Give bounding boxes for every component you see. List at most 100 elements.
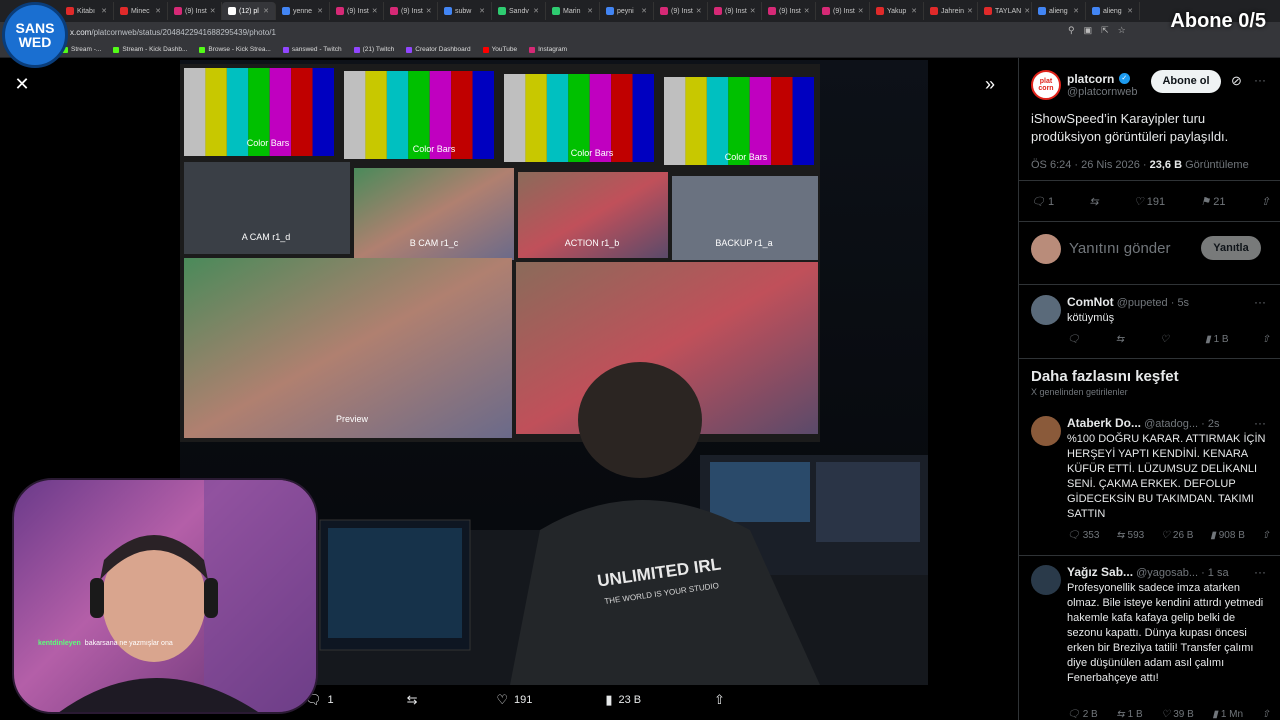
share-button[interactable]: ⇧ [1262, 334, 1270, 345]
browser-tab[interactable]: (9) Inst ✕ [330, 2, 384, 20]
browser-tab[interactable]: peyni ✕ [600, 2, 654, 20]
repost-button[interactable]: ⇆ [1089, 195, 1098, 208]
post-timestamp[interactable]: ÖS 6:24 · 26 Nis 2026 · [1031, 159, 1150, 171]
close-tab-icon[interactable]: ✕ [1024, 7, 1030, 15]
bookmark-item[interactable]: sanswed - Twitch [282, 46, 342, 53]
close-tab-icon[interactable]: ✕ [479, 7, 485, 15]
reply-author-handle[interactable]: @yagosab... · 1 sa [1136, 567, 1229, 579]
reply-button[interactable]: 🗨 353 [1067, 530, 1099, 541]
search-icon[interactable]: ⚲ [1068, 25, 1075, 36]
reply-button[interactable]: 🗨 1 [1031, 195, 1054, 209]
browser-tab[interactable]: (9) Inst ✕ [384, 2, 438, 20]
follow-button[interactable]: Abone ol [1151, 70, 1221, 93]
close-tab-icon[interactable]: ✕ [911, 7, 917, 15]
bookmark-item[interactable]: Stream - Kick Dashb... [113, 46, 187, 53]
share-button[interactable]: ⇧ [1261, 195, 1270, 208]
browser-tab[interactable]: (9) Inst ✕ [816, 2, 870, 20]
reply-button[interactable]: 🗨 [1067, 334, 1083, 345]
reply-author-name[interactable]: Yağız Sab... [1067, 565, 1133, 579]
expand-sidebar-icon[interactable]: » [985, 74, 995, 95]
close-tab-icon[interactable]: ✕ [587, 7, 593, 15]
more-icon[interactable]: ··· [1254, 73, 1266, 87]
close-tab-icon[interactable]: ✕ [696, 7, 702, 15]
cast-icon[interactable]: ▣ [1084, 25, 1093, 36]
share-button[interactable]: ⇧ [1262, 530, 1270, 541]
like-button[interactable]: ♡ 26 B [1161, 530, 1194, 541]
reply-input[interactable]: Yanıtını gönder [1069, 240, 1170, 257]
bookmark-item[interactable]: Browse - Kick Strea... [199, 46, 271, 53]
close-tab-icon[interactable]: ✕ [967, 7, 973, 15]
reply-author-handle[interactable]: @pupeted · 5s [1117, 297, 1189, 309]
author-name[interactable]: platcorn [1067, 72, 1114, 86]
close-tab-icon[interactable]: ✕ [426, 7, 432, 15]
browser-tab[interactable]: Kitabı ✕ [60, 2, 114, 20]
share-button[interactable]: ⇧ [1262, 709, 1270, 720]
close-tab-icon[interactable]: ✕ [263, 7, 269, 15]
bookmark-item[interactable]: Stream -... [62, 46, 101, 53]
browser-tab[interactable]: subw ✕ [438, 2, 492, 20]
share-icon[interactable]: ⇱ [1101, 25, 1109, 36]
like-button[interactable]: ♡ 191 [1134, 195, 1165, 209]
like-button[interactable]: ♡ [1160, 334, 1172, 345]
repost-button[interactable]: ⇆ [407, 692, 424, 708]
reply-icon: 🗨 [1067, 709, 1080, 720]
bookmark-item[interactable]: Creator Dashboard [406, 46, 471, 53]
browser-tab[interactable]: alieng ✕ [1086, 2, 1140, 20]
close-tab-icon[interactable]: ✕ [317, 7, 323, 15]
repost-button[interactable]: ⇆ 1 B [1116, 709, 1142, 720]
browser-tab[interactable]: Sandv ✕ [492, 2, 546, 20]
views-button[interactable]: ▮ 908 B [1210, 530, 1245, 541]
browser-tab[interactable]: Minec ✕ [114, 2, 168, 20]
browser-tab[interactable]: (9) Inst ✕ [654, 2, 708, 20]
reply-avatar[interactable] [1031, 565, 1061, 595]
like-button[interactable]: ♡ 191 [496, 692, 532, 708]
browser-tab[interactable]: yenne ✕ [276, 2, 330, 20]
views-button[interactable]: ▮ 1 Mn [1212, 709, 1243, 720]
close-tab-icon[interactable]: ✕ [533, 7, 539, 15]
grok-icon[interactable]: ⊘ [1231, 73, 1242, 89]
more-icon[interactable]: ··· [1254, 565, 1266, 579]
reply-avatar[interactable] [1031, 295, 1061, 325]
browser-tab[interactable]: Yakup ✕ [870, 2, 924, 20]
browser-tab[interactable]: (9) Inst ✕ [708, 2, 762, 20]
author-avatar[interactable]: plat corn [1031, 70, 1061, 100]
bookmark-item[interactable]: YouTube [482, 46, 517, 53]
views-button[interactable]: ▮ 1 B [1205, 334, 1229, 345]
browser-tab[interactable]: alieng ✕ [1032, 2, 1086, 20]
bookmark-button[interactable]: ⚑ 21 [1200, 195, 1225, 209]
reply-submit-button[interactable]: Yanıtla [1201, 236, 1261, 260]
url-text[interactable]: x.com/platcornweb/status/204842294168829… [70, 28, 276, 37]
close-icon[interactable]: ✕ [12, 74, 32, 94]
close-tab-icon[interactable]: ✕ [210, 7, 216, 15]
close-tab-icon[interactable]: ✕ [641, 7, 647, 15]
reply-button[interactable]: 🗨 2 B [1067, 709, 1098, 720]
views-button[interactable]: ▮ 23 B [605, 692, 641, 708]
close-tab-icon[interactable]: ✕ [1127, 7, 1133, 15]
reply-author-name[interactable]: ComNot [1067, 295, 1114, 309]
repost-button[interactable]: ⇆ 593 [1116, 530, 1144, 541]
browser-tab[interactable]: TAYLAN ✕ [978, 2, 1032, 20]
star-icon[interactable]: ☆ [1118, 25, 1126, 36]
close-tab-icon[interactable]: ✕ [372, 7, 378, 15]
bookmark-item[interactable]: Instagram [529, 46, 567, 53]
reply-author-handle[interactable]: @atadog... · 2s [1144, 418, 1219, 430]
reply-author-name[interactable]: Ataberk Do... [1067, 416, 1141, 430]
bookmark-item[interactable]: (21) Twitch [353, 46, 394, 53]
browser-tab[interactable]: (9) Inst ✕ [762, 2, 816, 20]
share-button[interactable]: ⇧ [714, 692, 725, 708]
repost-button[interactable]: ⇆ [1116, 334, 1127, 345]
more-icon[interactable]: ··· [1254, 295, 1266, 309]
more-icon[interactable]: ··· [1254, 416, 1266, 430]
close-tab-icon[interactable]: ✕ [804, 7, 810, 15]
browser-tab[interactable]: Marin ✕ [546, 2, 600, 20]
browser-tab[interactable]: (9) Inst ✕ [168, 2, 222, 20]
close-tab-icon[interactable]: ✕ [858, 7, 864, 15]
browser-tab[interactable]: Jahrein ✕ [924, 2, 978, 20]
like-button[interactable]: ♡ 39 B [1161, 709, 1194, 720]
reply-avatar[interactable] [1031, 416, 1061, 446]
browser-tab[interactable]: (12) pl ✕ [222, 2, 276, 20]
close-tab-icon[interactable]: ✕ [1073, 7, 1079, 15]
close-tab-icon[interactable]: ✕ [101, 7, 107, 15]
close-tab-icon[interactable]: ✕ [155, 7, 161, 15]
close-tab-icon[interactable]: ✕ [750, 7, 756, 15]
